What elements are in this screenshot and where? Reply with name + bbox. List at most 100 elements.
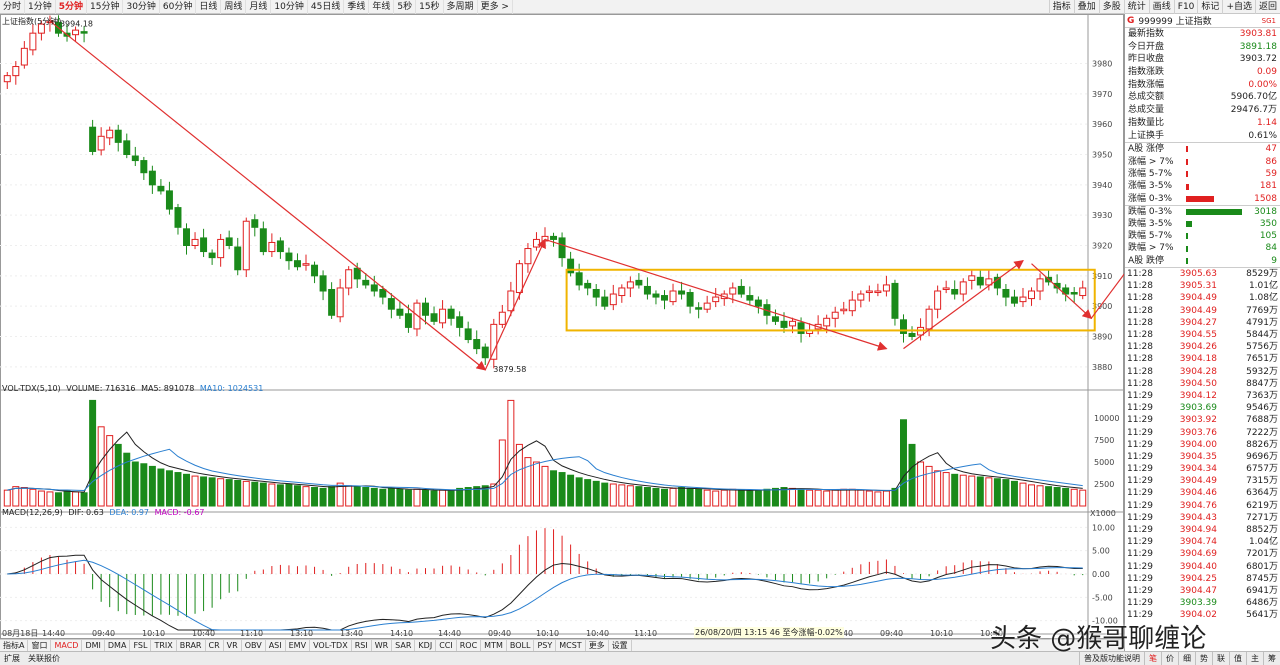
toolbar-button[interactable]: 返回 [1254, 0, 1280, 14]
volume-bar [63, 490, 71, 507]
toolbar-button[interactable]: 叠加 [1073, 0, 1099, 14]
toolbar-button[interactable]: +自选 [1222, 0, 1255, 14]
tick-row: 11:29 3903.39 6486万 [1125, 597, 1280, 609]
tick-volume: 8529万 [1246, 269, 1278, 280]
period-tab[interactable]: 年线 [369, 0, 395, 14]
tick-volume: 6801万 [1246, 561, 1278, 572]
period-tab[interactable]: 季线 [344, 0, 370, 14]
tick-row: 11:28 3904.28 5932万 [1125, 366, 1280, 378]
breadth-row: A股 跌停 9 [1125, 255, 1280, 267]
breadth-value: 47 [1265, 144, 1277, 155]
volume-bar [831, 489, 839, 507]
candle-body [276, 240, 284, 253]
period-tab[interactable]: 5秒 [394, 0, 417, 14]
stat-row: 上证换手 0.61% [1125, 130, 1280, 143]
volume-bar [183, 473, 190, 507]
volume-bar [89, 399, 97, 507]
status-toggle-button[interactable]: 主 [1246, 652, 1263, 665]
tick-price: 3904.27 [1179, 317, 1217, 328]
tick-price: 3904.18 [1179, 354, 1217, 365]
tick-row: 11:29 3904.34 6757万 [1125, 463, 1280, 475]
tick-time: 11:29 [1127, 403, 1153, 414]
period-tab[interactable]: 更多 > [478, 0, 513, 14]
volume-bar [968, 475, 976, 507]
candle-body [387, 298, 395, 310]
tick-volume: 8745万 [1246, 573, 1278, 584]
main-panel-title: 上证指数(5分钟) [2, 17, 62, 26]
stat-value: 29476.7万 [1230, 105, 1277, 116]
tick-row: 11:28 3905.63 8529万 [1125, 268, 1280, 280]
candles [3, 15, 1087, 369]
period-tab[interactable]: 15分钟 [87, 0, 124, 14]
status-expand[interactable]: 扩展 [0, 653, 24, 664]
toolbar-button[interactable]: 标记 [1197, 0, 1222, 14]
status-toggle-button[interactable]: 筹 [1263, 652, 1280, 665]
volume-bar [54, 492, 62, 507]
tick-time: 11:29 [1127, 476, 1153, 487]
tick-volume: 1.08亿 [1248, 293, 1278, 304]
period-tab[interactable]: 多周期 [444, 0, 478, 14]
breadth-label: 跌幅 0-3% [1128, 206, 1173, 217]
candle-body [797, 322, 805, 334]
period-tab[interactable]: 分时 [0, 0, 26, 14]
tick-price: 3904.34 [1179, 464, 1217, 475]
status-toggle-button[interactable]: 值 [1229, 652, 1246, 665]
tick-time: 11:28 [1127, 293, 1153, 304]
status-toggle-button[interactable]: 联 [1212, 652, 1229, 665]
period-tab[interactable]: 60分钟 [160, 0, 197, 14]
period-tab[interactable]: 30分钟 [123, 0, 160, 14]
volume-bar [592, 480, 600, 507]
tick-row: 11:29 3903.76 7222万 [1125, 427, 1280, 439]
breadth-bar [1186, 220, 1193, 227]
breadth-bar [1186, 208, 1242, 215]
macd-dif: DIF: 0.63 [68, 508, 104, 517]
period-tab[interactable]: 月线 [246, 0, 272, 14]
trend-arrow [484, 238, 546, 371]
tick-list[interactable]: 11:28 3905.63 8529万 11:28 3905.31 1.01亿 11:28 3… [1125, 267, 1280, 621]
volume-bar [12, 486, 20, 507]
vol-indicator-name: VOL-TDX(5,10) [2, 384, 61, 393]
candle-body [302, 263, 310, 266]
tick-price: 3904.49 [1179, 305, 1217, 316]
watermark: 头条 @猴哥聊缠论 [990, 624, 1207, 654]
breadth-label: 涨幅 5-7% [1128, 168, 1173, 179]
toolbar-button[interactable]: 指标 [1048, 0, 1074, 14]
candle-body [635, 279, 643, 286]
status-related-quotes[interactable]: 关联报价 [24, 653, 64, 664]
period-tab[interactable]: 周线 [221, 0, 247, 14]
toolbar-button[interactable]: 画线 [1148, 0, 1174, 14]
chart-canvas[interactable]: 3980397039603950394039303920391039003890… [0, 14, 1124, 639]
period-tab[interactable]: 日线 [196, 0, 222, 14]
volume-bar [328, 486, 336, 507]
y-tick-label: 3930 [1092, 211, 1112, 220]
volume-bar [934, 470, 942, 507]
period-tab[interactable]: 5分钟 [56, 0, 88, 14]
period-tab[interactable]: 1分钟 [25, 0, 56, 14]
trend-arrow [49, 20, 487, 371]
volume-bar [46, 491, 54, 507]
toolbar-button[interactable]: F10 [1173, 0, 1198, 14]
toolbar-button[interactable]: 统计 [1123, 0, 1149, 14]
breadth-row: 跌幅 3-5% 350 [1125, 218, 1280, 230]
period-tab[interactable]: 10分钟 [271, 0, 308, 14]
candle-body [379, 288, 387, 298]
period-tab[interactable]: 15秒 [416, 0, 444, 14]
toolbar-button[interactable]: 多股 [1098, 0, 1124, 14]
candle-body [217, 238, 225, 259]
volume-bar [985, 477, 993, 507]
vol-unit-label: X1000 [1090, 509, 1116, 518]
tick-time: 11:29 [1127, 439, 1153, 450]
volume-bar [609, 483, 617, 507]
candle-body [157, 185, 165, 192]
period-tab[interactable]: 45日线 [308, 0, 345, 14]
volume-bar [729, 488, 737, 507]
stat-row: 最新指数 3903.81 [1125, 28, 1280, 41]
tick-volume: 5844万 [1246, 330, 1278, 341]
tick-volume: 5932万 [1246, 366, 1278, 377]
candle-body [609, 293, 617, 306]
breadth-label: A股 涨停 [1128, 144, 1165, 155]
candle-body [29, 32, 37, 51]
tick-volume: 7769万 [1246, 305, 1278, 316]
tick-volume: 6364万 [1246, 488, 1278, 499]
volume-bar [626, 485, 634, 507]
